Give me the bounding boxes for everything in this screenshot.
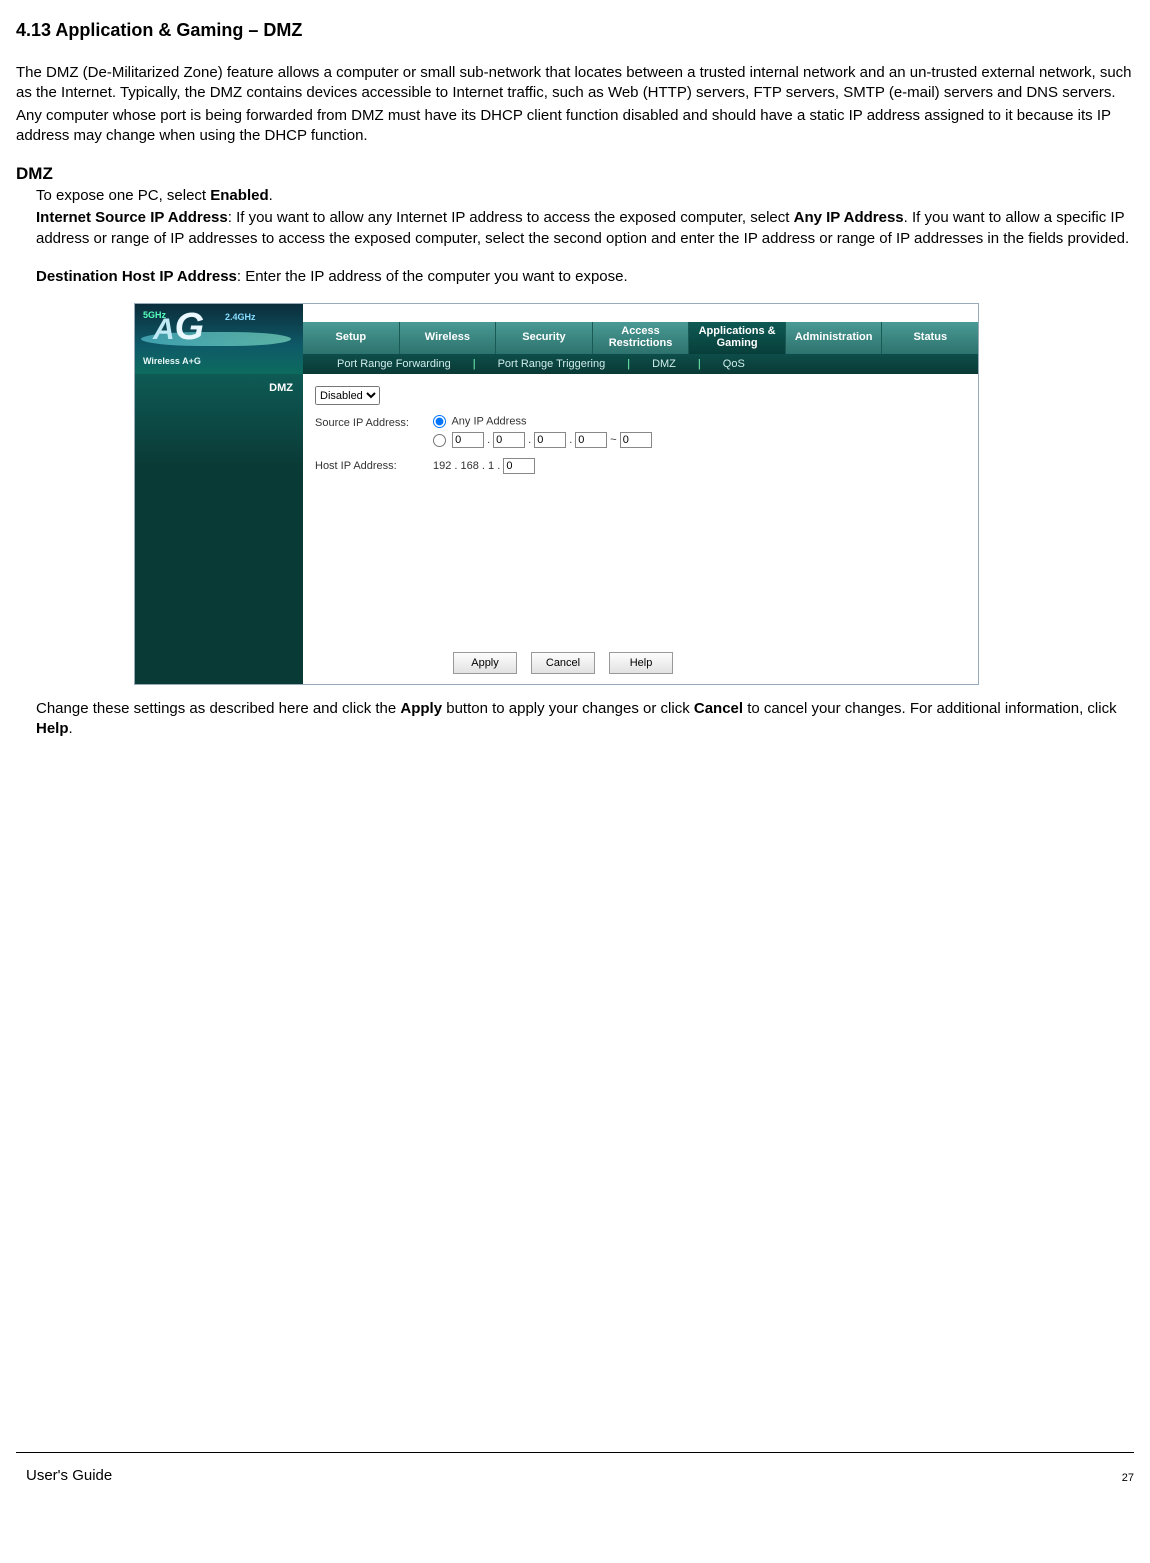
- router-admin-screenshot: 5GHz 2.4GHz AG Setup Wireless Security A…: [134, 303, 979, 685]
- text: : If you want to allow any Internet IP a…: [228, 209, 794, 226]
- router-sidebar: Wireless A+G DMZ: [135, 374, 303, 684]
- ip-octet-3[interactable]: [534, 432, 566, 448]
- bold-cancel: Cancel: [694, 700, 743, 717]
- intro-paragraph-1: The DMZ (De-Militarized Zone) feature al…: [16, 63, 1134, 104]
- text: .: [269, 187, 273, 204]
- text: Change these settings as described here …: [36, 700, 400, 717]
- radio-any-ip[interactable]: [433, 415, 446, 428]
- text: .: [69, 720, 73, 737]
- section-heading: 4.13 Application & Gaming – DMZ: [16, 20, 1134, 41]
- host-ip-last-octet[interactable]: [503, 458, 535, 474]
- separator-icon: |: [698, 358, 701, 370]
- separator-icon: |: [627, 358, 630, 370]
- destination-host-paragraph: Destination Host IP Address: Enter the I…: [36, 267, 1134, 287]
- sub-tab-bar: Port Range Forwarding | Port Range Trigg…: [303, 354, 978, 374]
- ip-octet-1[interactable]: [452, 432, 484, 448]
- source-ip-paragraph: Internet Source IP Address: If you want …: [36, 208, 1134, 249]
- subtab-qos[interactable]: QoS: [709, 358, 759, 370]
- text: to cancel your changes. For additional i…: [743, 700, 1117, 717]
- ip-range-end[interactable]: [620, 432, 652, 448]
- logo-ag-icon: AG: [153, 306, 204, 349]
- router-content-panel: Disabled Source IP Address: Any IP Addre…: [303, 374, 978, 684]
- source-ip-label: Source IP Address:: [315, 415, 433, 429]
- band-24ghz-label: 2.4GHz: [225, 312, 256, 322]
- sub-heading-dmz: DMZ: [16, 164, 1134, 184]
- tab-status[interactable]: Status: [882, 322, 978, 354]
- host-ip-label: Host IP Address:: [315, 458, 433, 472]
- subtab-port-range-forwarding[interactable]: Port Range Forwarding: [323, 358, 465, 370]
- tab-setup[interactable]: Setup: [303, 322, 400, 354]
- bold-destination-host-ip: Destination Host IP Address: [36, 268, 237, 285]
- tab-security[interactable]: Security: [496, 322, 593, 354]
- bold-internet-source-ip: Internet Source IP Address: [36, 209, 228, 226]
- dmz-enable-select[interactable]: Disabled: [315, 386, 380, 405]
- footer-paragraph: Change these settings as described here …: [36, 699, 1134, 740]
- text: To expose one PC, select: [36, 187, 210, 204]
- subtab-port-range-triggering[interactable]: Port Range Triggering: [484, 358, 620, 370]
- sidebar-title: DMZ: [135, 382, 293, 394]
- apply-button[interactable]: Apply: [453, 652, 517, 674]
- any-ip-label: Any IP Address: [451, 415, 526, 427]
- expose-paragraph: To expose one PC, select Enabled.: [36, 186, 1134, 206]
- host-ip-prefix: 192 . 168 . 1 .: [433, 460, 500, 472]
- bold-apply: Apply: [400, 700, 442, 717]
- main-tab-bar: Setup Wireless Security Access Restricti…: [303, 322, 978, 354]
- page-number: 27: [1122, 1472, 1134, 1484]
- logo-wireless-label: Wireless A+G: [143, 356, 201, 366]
- intro-paragraph-2: Any computer whose port is being forward…: [16, 106, 1134, 147]
- bold-help: Help: [36, 720, 69, 737]
- text: : Enter the IP address of the computer y…: [237, 268, 628, 285]
- footer-guide-label: User's Guide: [26, 1467, 112, 1484]
- help-button[interactable]: Help: [609, 652, 673, 674]
- separator-icon: |: [473, 358, 476, 370]
- tab-administration[interactable]: Administration: [786, 322, 883, 354]
- bold-any-ip-address: Any IP Address: [794, 209, 904, 226]
- ip-octet-2[interactable]: [493, 432, 525, 448]
- cancel-button[interactable]: Cancel: [531, 652, 595, 674]
- subtab-dmz[interactable]: DMZ: [638, 358, 690, 370]
- text: button to apply your changes or click: [442, 700, 694, 717]
- tab-wireless[interactable]: Wireless: [400, 322, 497, 354]
- bold-enabled: Enabled: [210, 187, 268, 204]
- radio-ip-range[interactable]: [433, 434, 446, 447]
- tab-access-restrictions[interactable]: Access Restrictions: [593, 322, 690, 354]
- ip-octet-4[interactable]: [575, 432, 607, 448]
- tab-applications-gaming[interactable]: Applications & Gaming: [689, 322, 786, 354]
- footer-divider: [16, 1452, 1134, 1453]
